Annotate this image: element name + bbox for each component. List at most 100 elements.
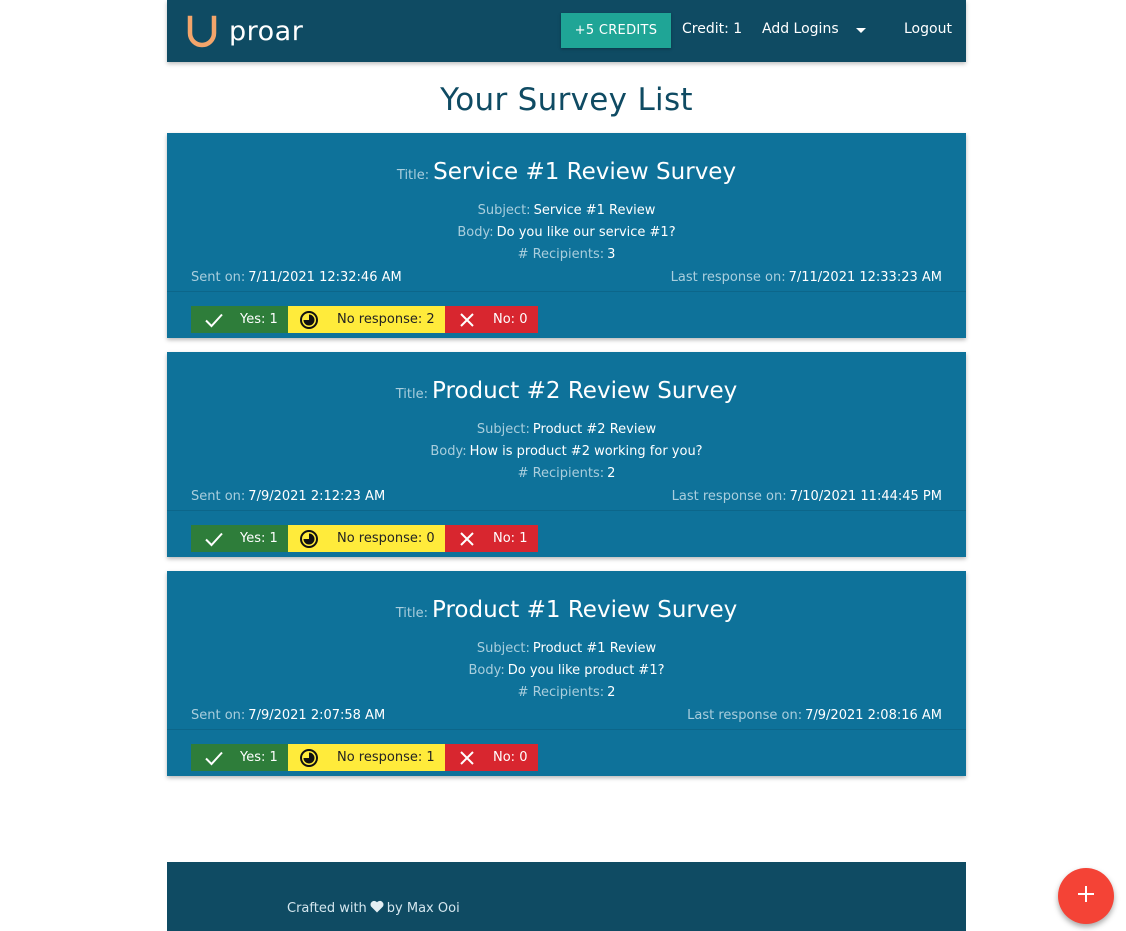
no-response-chip[interactable]: No response: 0 xyxy=(288,525,445,552)
no-chip[interactable]: No: 0 xyxy=(445,306,538,333)
survey-title: Title: Service #1 Review Survey xyxy=(167,159,966,185)
survey-recipients: # Recipients: 2 xyxy=(167,685,966,700)
chevron-down-icon[interactable] xyxy=(856,28,866,33)
navbar: proar +5 CREDITS Credit: 1 Add Logins Lo… xyxy=(167,0,966,62)
no-response-chip-label: No response: 0 xyxy=(337,531,435,546)
last-response: Last response on: 7/10/2021 11:44:45 PM xyxy=(672,489,942,504)
body-label: Body: xyxy=(468,663,505,678)
yes-chip[interactable]: Yes: 1 xyxy=(191,306,288,333)
credit-value: 1 xyxy=(733,21,743,37)
close-icon xyxy=(456,528,478,550)
recipients-label: # Recipients: xyxy=(517,685,605,700)
response-chips: Yes: 1 No response: 0 No: 1 xyxy=(191,525,538,552)
plus-icon xyxy=(1077,885,1095,907)
timelapse-icon xyxy=(298,528,320,550)
logout-link[interactable]: Logout xyxy=(904,21,952,37)
last-response-label: Last response on: xyxy=(670,270,786,285)
no-chip-label: No: 0 xyxy=(493,312,528,327)
survey-title-value: Product #2 Review Survey xyxy=(432,378,738,404)
sent-on: Sent on: 7/9/2021 2:07:58 AM xyxy=(191,708,385,723)
no-response-chip[interactable]: No response: 2 xyxy=(288,306,445,333)
survey-title-value: Service #1 Review Survey xyxy=(433,159,737,185)
footer-crafted-text: Crafted with xyxy=(287,901,367,916)
survey-card: Title: Product #2 Review Survey Subject: P… xyxy=(167,352,966,557)
survey-subject: Subject: Service #1 Review xyxy=(167,203,966,218)
sent-on-value: 7/11/2021 12:32:46 AM xyxy=(248,270,402,285)
sent-on-value: 7/9/2021 2:07:58 AM xyxy=(248,708,386,723)
no-response-chip-label: No response: 2 xyxy=(337,312,435,327)
survey-card: Title: Service #1 Review Survey Subject: S… xyxy=(167,133,966,338)
yes-chip-label: Yes: 1 xyxy=(240,312,278,327)
close-icon xyxy=(456,747,478,769)
subject-label: Subject: xyxy=(476,422,530,437)
survey-subject: Subject: Product #1 Review xyxy=(167,641,966,656)
timelapse-icon xyxy=(298,747,320,769)
body-value: Do you like our service #1? xyxy=(496,225,676,240)
recipients-label: # Recipients: xyxy=(517,466,605,481)
last-response-label: Last response on: xyxy=(687,708,803,723)
checkmark-icon xyxy=(203,309,225,331)
last-response-value: 7/11/2021 12:33:23 AM xyxy=(788,270,942,285)
heart-icon xyxy=(367,900,387,917)
add-survey-button[interactable] xyxy=(1058,868,1114,924)
subject-label: Subject: xyxy=(477,203,531,218)
sent-on-label: Sent on: xyxy=(191,489,246,504)
recipients-value: 3 xyxy=(607,247,616,262)
footer-author: by Max Ooi xyxy=(386,901,460,916)
survey-recipients: # Recipients: 3 xyxy=(167,247,966,262)
survey-title: Title: Product #2 Review Survey xyxy=(167,378,966,404)
no-chip[interactable]: No: 0 xyxy=(445,744,538,771)
survey-title-value: Product #1 Review Survey xyxy=(432,597,738,623)
last-response-label: Last response on: xyxy=(671,489,787,504)
recipients-value: 2 xyxy=(607,466,616,481)
no-response-chip-label: No response: 1 xyxy=(337,750,435,765)
card-divider xyxy=(167,291,966,292)
card-divider xyxy=(167,510,966,511)
yes-chip-label: Yes: 1 xyxy=(240,531,278,546)
close-icon xyxy=(456,309,478,331)
response-chips: Yes: 1 No response: 1 No: 0 xyxy=(191,744,538,771)
sent-on: Sent on: 7/9/2021 2:12:23 AM xyxy=(191,489,385,504)
title-label: Title: xyxy=(395,606,428,621)
survey-recipients: # Recipients: 2 xyxy=(167,466,966,481)
last-response-value: 7/9/2021 2:08:16 AM xyxy=(805,708,942,723)
subject-label: Subject: xyxy=(476,641,530,656)
subject-value: Product #2 Review xyxy=(532,422,657,437)
credit-balance: Credit: 1 xyxy=(682,21,742,37)
title-label: Title: xyxy=(395,387,428,402)
page-title: Your Survey List xyxy=(440,82,693,118)
yes-chip[interactable]: Yes: 1 xyxy=(191,744,288,771)
horseshoe-u-icon xyxy=(185,14,219,50)
sent-on: Sent on: 7/11/2021 12:32:46 AM xyxy=(191,270,402,285)
title-label: Title: xyxy=(396,168,430,183)
add-logins-dropdown[interactable]: Add Logins xyxy=(762,21,839,37)
brand-logo[interactable]: proar xyxy=(185,14,303,50)
last-response: Last response on: 7/9/2021 2:08:16 AM xyxy=(687,708,942,723)
subject-value: Service #1 Review xyxy=(533,203,656,218)
body-label: Body: xyxy=(430,444,467,459)
body-label: Body: xyxy=(457,225,494,240)
timelapse-icon xyxy=(298,309,320,331)
subject-value: Product #1 Review xyxy=(532,641,657,656)
credit-label: Credit: xyxy=(682,21,729,37)
body-value: How is product #2 working for you? xyxy=(469,444,703,459)
footer-credit: Crafted with by Max Ooi xyxy=(287,900,460,917)
survey-body: Body: Do you like product #1? xyxy=(167,663,966,678)
no-chip[interactable]: No: 1 xyxy=(445,525,538,552)
survey-title: Title: Product #1 Review Survey xyxy=(167,597,966,623)
sent-on-label: Sent on: xyxy=(191,270,246,285)
checkmark-icon xyxy=(203,747,225,769)
no-chip-label: No: 0 xyxy=(493,750,528,765)
sent-on-label: Sent on: xyxy=(191,708,246,723)
add-credits-button[interactable]: +5 CREDITS xyxy=(561,13,671,48)
no-response-chip[interactable]: No response: 1 xyxy=(288,744,445,771)
checkmark-icon xyxy=(203,528,225,550)
no-chip-label: No: 1 xyxy=(493,531,528,546)
recipients-label: # Recipients: xyxy=(517,247,605,262)
last-response: Last response on: 7/11/2021 12:33:23 AM xyxy=(671,270,942,285)
yes-chip-label: Yes: 1 xyxy=(240,750,278,765)
yes-chip[interactable]: Yes: 1 xyxy=(191,525,288,552)
response-chips: Yes: 1 No response: 2 No: 0 xyxy=(191,306,538,333)
survey-body: Body: Do you like our service #1? xyxy=(167,225,966,240)
card-divider xyxy=(167,729,966,730)
